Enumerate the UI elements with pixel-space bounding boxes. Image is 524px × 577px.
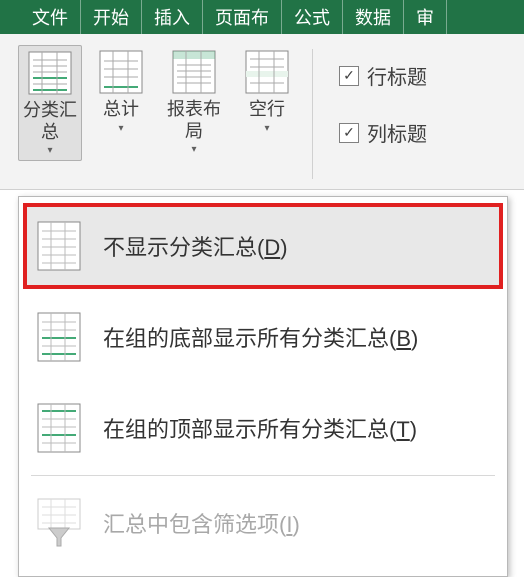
report-layout-label: 报表布局 xyxy=(165,99,223,142)
blankrows-button[interactable]: 空行 ▾ xyxy=(240,45,294,138)
report-layout-button[interactable]: 报表布局 ▾ xyxy=(160,45,228,159)
blankrows-icon xyxy=(244,49,290,95)
headers-group: ✓ 行标题 ✓ 列标题 xyxy=(331,45,427,147)
col-headers-checkbox[interactable]: ✓ 列标题 xyxy=(339,118,427,147)
subtotal-label: 分类汇总 xyxy=(21,100,79,143)
menu-include-filtered-label: 汇总中包含筛选项(I) xyxy=(103,507,300,539)
dropdown-icon: ▾ xyxy=(47,145,52,156)
bottom-subtotal-icon xyxy=(37,312,81,362)
tab-file[interactable]: 文件 xyxy=(20,0,81,34)
menu-bottom-subtotal[interactable]: 在组的底部显示所有分类汇总(B) xyxy=(25,296,501,378)
no-subtotal-icon xyxy=(37,221,81,271)
filtered-subtotal-icon xyxy=(37,498,81,548)
ribbon-group-layout: 分类汇总 ▾ 总计 ▾ 报表布局 ▾ 空行 ▾ ✓ xyxy=(18,45,427,185)
tab-bar: 文件 开始 插入 页面布 公式 数据 审 xyxy=(0,0,524,34)
tab-pagelayout[interactable]: 页面布 xyxy=(203,0,282,34)
menu-no-subtotal-label: 不显示分类汇总(D) xyxy=(103,230,288,262)
check-icon: ✓ xyxy=(339,123,359,143)
dropdown-icon: ▾ xyxy=(191,144,196,155)
ribbon: 分类汇总 ▾ 总计 ▾ 报表布局 ▾ 空行 ▾ ✓ xyxy=(0,34,524,190)
grandtotal-button[interactable]: 总计 ▾ xyxy=(94,45,148,138)
menu-bottom-subtotal-label: 在组的底部显示所有分类汇总(B) xyxy=(103,321,418,353)
blankrows-label: 空行 xyxy=(249,99,285,121)
grandtotal-label: 总计 xyxy=(103,99,139,121)
row-headers-checkbox[interactable]: ✓ 行标题 xyxy=(339,61,427,90)
subtotal-icon xyxy=(27,50,73,96)
top-subtotal-icon xyxy=(37,403,81,453)
tab-review[interactable]: 审 xyxy=(404,0,447,34)
tab-insert[interactable]: 插入 xyxy=(142,0,203,34)
tab-formulas[interactable]: 公式 xyxy=(282,0,343,34)
tab-home[interactable]: 开始 xyxy=(81,0,142,34)
report-layout-icon xyxy=(171,49,217,95)
menu-top-subtotal[interactable]: 在组的顶部显示所有分类汇总(T) xyxy=(25,387,501,469)
subtotal-dropdown-menu: 不显示分类汇总(D) 在组的底部显示所有分类汇总(B) 在组的顶部显示所有分类汇… xyxy=(18,196,508,577)
grandtotal-icon xyxy=(98,49,144,95)
separator xyxy=(312,49,313,179)
col-headers-label: 列标题 xyxy=(367,118,427,147)
tab-data[interactable]: 数据 xyxy=(343,0,404,34)
menu-top-subtotal-label: 在组的顶部显示所有分类汇总(T) xyxy=(103,412,417,444)
subtotal-button[interactable]: 分类汇总 ▾ xyxy=(18,45,82,161)
menu-include-filtered[interactable]: 汇总中包含筛选项(I) xyxy=(25,482,501,564)
dropdown-icon: ▾ xyxy=(118,123,123,134)
row-headers-label: 行标题 xyxy=(367,61,427,90)
menu-no-subtotal[interactable]: 不显示分类汇总(D) xyxy=(25,205,501,287)
menu-separator xyxy=(31,475,495,476)
dropdown-icon: ▾ xyxy=(264,123,269,134)
check-icon: ✓ xyxy=(339,66,359,86)
